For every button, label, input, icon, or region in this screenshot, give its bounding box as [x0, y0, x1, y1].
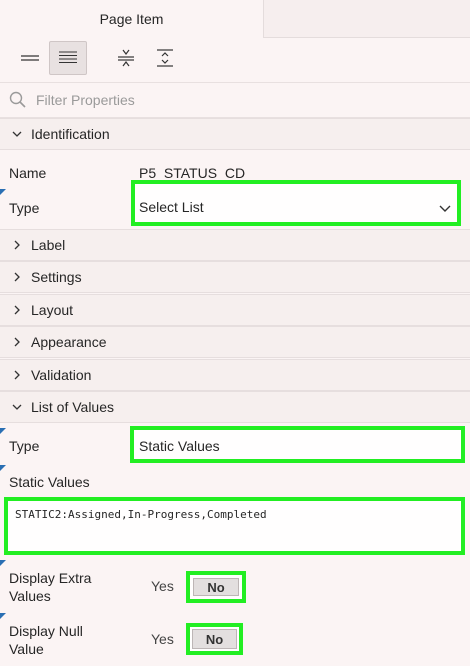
display-null-yes-option[interactable]: Yes [151, 631, 174, 647]
filter-bar [0, 83, 470, 118]
lov-type-value: Static Values [139, 438, 220, 454]
show-common-button[interactable] [11, 41, 49, 75]
collapse-rows-icon [21, 55, 39, 61]
section-label-group[interactable]: Label [0, 229, 470, 261]
toolbar [0, 38, 470, 83]
section-label: Settings [31, 269, 82, 285]
type-label: Type [9, 200, 40, 216]
section-settings[interactable]: Settings [0, 261, 470, 293]
type-select-value: Select List [139, 199, 204, 215]
section-validation[interactable]: Validation [0, 359, 470, 391]
section-identification[interactable]: Identification [0, 118, 470, 150]
modified-marker [0, 465, 6, 471]
modified-marker [0, 428, 6, 434]
chevron-right-icon [14, 337, 20, 347]
modified-marker [0, 560, 6, 566]
expand-all-button[interactable] [146, 41, 184, 75]
section-label: Layout [31, 302, 74, 318]
section-label: Identification [31, 126, 110, 142]
display-extra-label-1: Display Extra [9, 570, 92, 586]
chevron-right-icon [14, 305, 20, 315]
chevron-down-icon [12, 404, 22, 410]
static-values-text: STATIC2:Assigned,In-Progress,Completed [15, 508, 267, 521]
display-extra-no-button[interactable]: No [193, 578, 239, 596]
chevron-right-icon [14, 240, 20, 250]
expand-rows-icon [59, 51, 77, 64]
display-extra-label-2: Values [9, 588, 51, 604]
filter-properties-input[interactable] [36, 90, 436, 110]
modified-marker [0, 189, 6, 195]
display-extra-yes-option[interactable]: Yes [151, 578, 174, 594]
section-label: Label [31, 237, 66, 253]
name-label: Name [9, 165, 47, 181]
section-label: List of Values [31, 399, 115, 415]
section-appearance[interactable]: Appearance [0, 326, 470, 358]
show-all-button[interactable] [49, 41, 87, 75]
section-label: Validation [31, 367, 92, 383]
type-select[interactable]: Select List [131, 180, 461, 226]
chevron-right-icon [14, 272, 20, 282]
display-null-no-button[interactable]: No [192, 629, 237, 649]
modified-marker [0, 613, 6, 619]
tab-page-item[interactable]: Page Item [0, 0, 264, 38]
chevron-right-icon [14, 370, 20, 380]
display-extra-toggle[interactable]: No [186, 571, 246, 603]
static-values-label: Static Values [9, 474, 90, 490]
name-value[interactable]: P5_STATUS_CD [139, 165, 245, 181]
expand-all-icon [157, 49, 173, 67]
lov-type-label: Type [9, 438, 40, 454]
search-icon [9, 91, 26, 108]
section-list-of-values[interactable]: List of Values [0, 391, 470, 423]
section-layout[interactable]: Layout [0, 294, 470, 326]
static-values-textarea[interactable]: STATIC2:Assigned,In-Progress,Completed [4, 497, 465, 555]
section-label: Appearance [31, 334, 107, 350]
display-null-toggle[interactable]: No [186, 623, 243, 655]
lov-type-select[interactable]: Static Values [130, 426, 465, 463]
tab-bar: Page Item [0, 0, 470, 38]
display-null-label-2: Value [9, 641, 44, 657]
chevron-down-icon [439, 205, 451, 212]
chevron-down-icon [12, 131, 22, 137]
display-null-label-1: Display Null [9, 623, 83, 639]
collapse-all-button[interactable] [107, 41, 145, 75]
collapse-all-icon [118, 49, 134, 67]
